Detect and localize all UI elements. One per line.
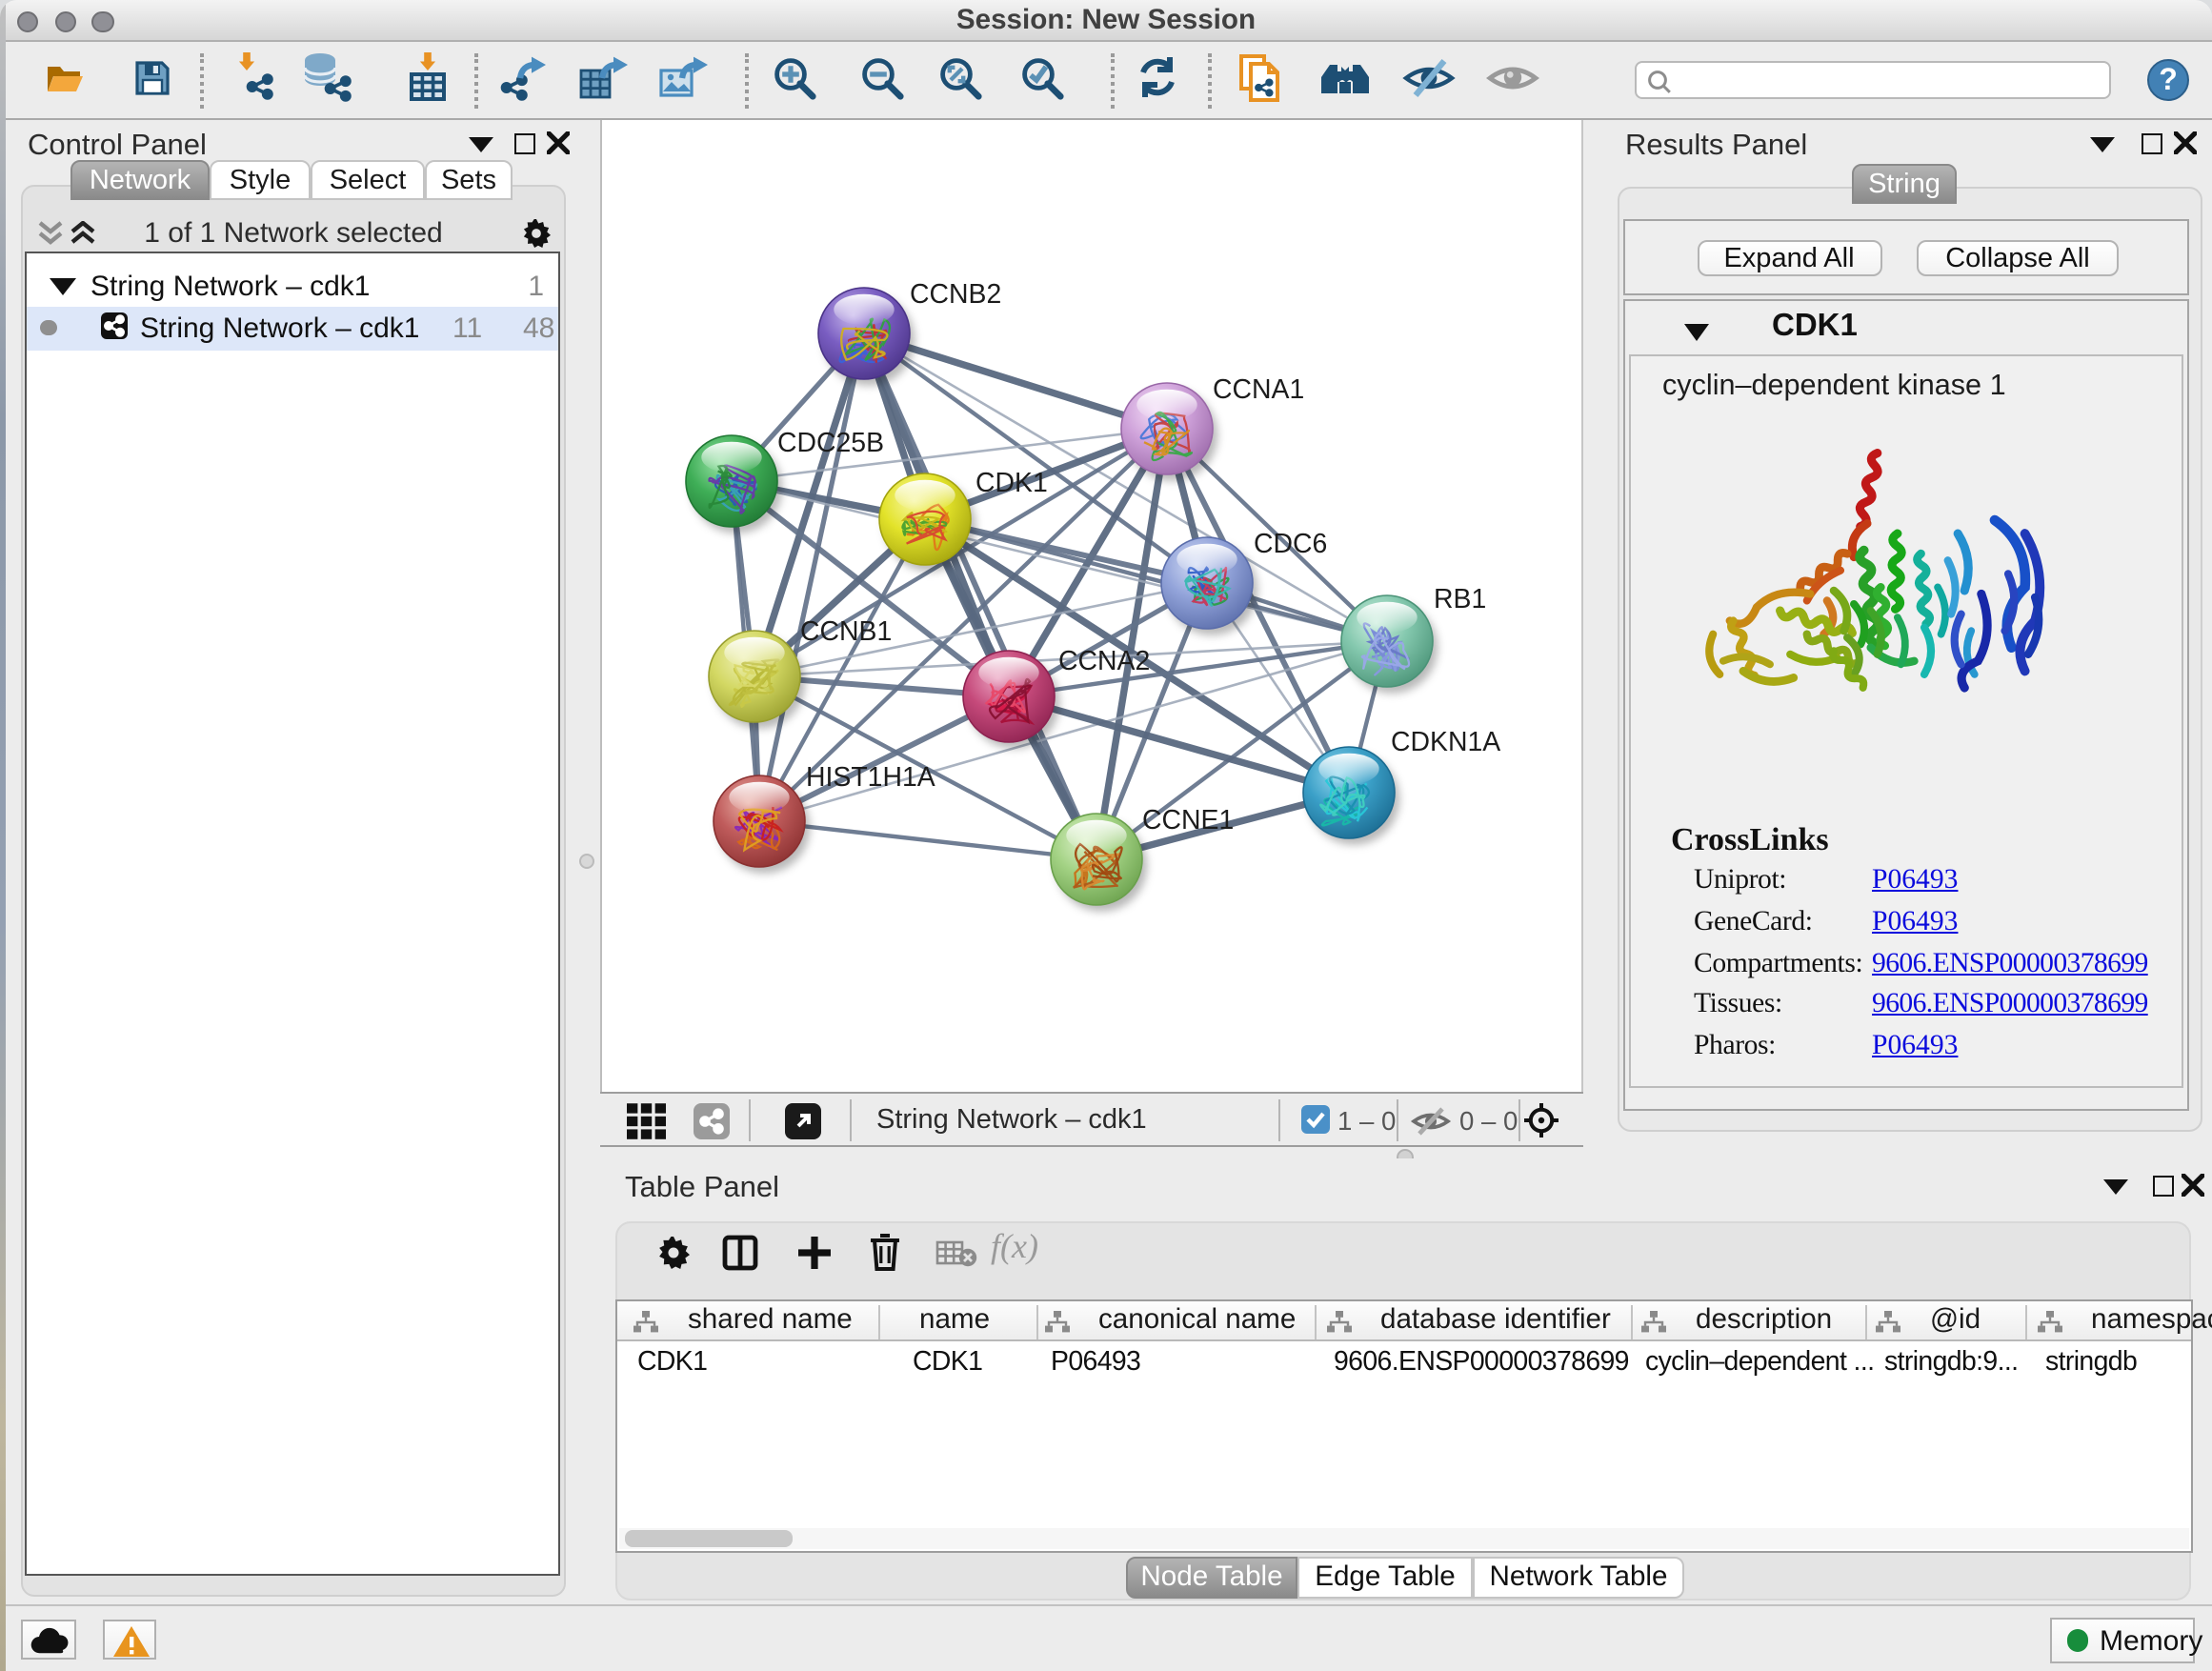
svg-text:CDKN1A: CDKN1A	[1391, 727, 1500, 757]
svg-text:HIST1H1A: HIST1H1A	[806, 762, 935, 793]
svg-text:CDC6: CDC6	[1254, 529, 1327, 559]
svg-text:CCNB2: CCNB2	[910, 279, 1001, 310]
svg-text:CDK1: CDK1	[975, 468, 1048, 498]
svg-text:RB1: RB1	[1434, 584, 1486, 614]
svg-text:CCNA1: CCNA1	[1213, 374, 1304, 405]
svg-text:CCNE1: CCNE1	[1142, 805, 1234, 836]
svg-text:CCNA2: CCNA2	[1058, 646, 1150, 676]
svg-text:CDC25B: CDC25B	[777, 428, 884, 458]
svg-text:CCNB1: CCNB1	[800, 616, 892, 647]
